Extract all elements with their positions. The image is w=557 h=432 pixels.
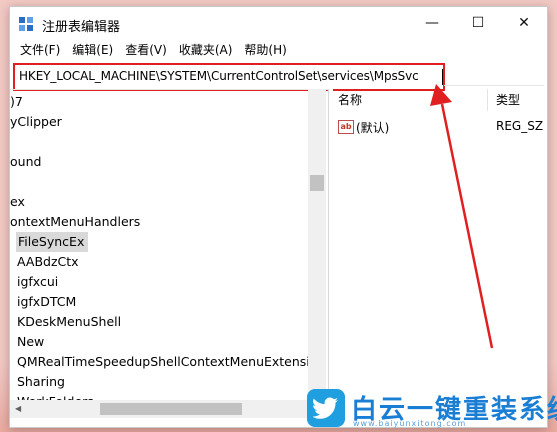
tree-item[interactable]: yClipper <box>10 112 62 132</box>
close-button[interactable]: ✕ <box>501 7 547 39</box>
column-header-type[interactable]: 类型 <box>496 89 520 111</box>
menu-favorites[interactable]: 收藏夹(A) <box>173 39 239 61</box>
scroll-left-icon[interactable]: ◀ <box>15 404 21 413</box>
column-header-name[interactable]: 名称 <box>338 89 362 111</box>
column-separator[interactable] <box>487 89 488 111</box>
maximize-icon: ☐ <box>471 15 485 31</box>
vertical-scroll-thumb[interactable] <box>310 175 324 191</box>
address-bar-value: HKEY_LOCAL_MACHINE\SYSTEM\CurrentControl… <box>19 69 419 83</box>
menu-view[interactable]: 查看(V) <box>119 39 173 61</box>
title-bar[interactable]: 注册表编辑器 — ☐ ✕ <box>10 7 547 39</box>
tree-item[interactable]: )7 <box>10 92 23 112</box>
watermark-url: www.baiyunxitong.com <box>353 419 467 428</box>
close-icon: ✕ <box>518 15 530 31</box>
tree-item[interactable]: QMRealTimeSpeedupShellContextMenuExtensi… <box>17 352 325 372</box>
regedit-app-icon <box>19 17 33 31</box>
tree-horizontal-scrollbar[interactable]: ◀ <box>10 400 308 418</box>
tree-item[interactable]: AABdzCtx <box>17 252 79 272</box>
regedit-window: 注册表编辑器 — ☐ ✕ 文件(F) 编辑(E) 查看(V) 收藏夹(A) 帮助… <box>9 6 548 428</box>
tree-vertical-scrollbar[interactable]: ▼ <box>308 89 326 409</box>
horizontal-scroll-thumb[interactable] <box>100 403 242 415</box>
window-title: 注册表编辑器 <box>42 20 121 35</box>
values-pane: 名称 类型 ab (默认) REG_SZ <box>332 89 547 425</box>
minimize-icon: — <box>425 15 439 31</box>
tree-item[interactable]: ontextMenuHandlers <box>10 212 140 232</box>
tree-item[interactable]: KDeskMenuShell <box>17 312 121 332</box>
minimize-button[interactable]: — <box>409 7 455 39</box>
menu-edit[interactable]: 编辑(E) <box>66 39 119 61</box>
menu-bar: 文件(F) 编辑(E) 查看(V) 收藏夹(A) 帮助(H) <box>10 39 547 61</box>
text-caret <box>442 69 443 85</box>
value-row[interactable]: ab (默认) REG_SZ <box>332 117 547 137</box>
address-bar-extension <box>444 67 544 86</box>
tree-item[interactable]: Sharing <box>17 372 65 392</box>
maximize-button[interactable]: ☐ <box>455 7 501 39</box>
tree-item-selected[interactable]: FileSyncEx <box>16 232 89 252</box>
address-bar[interactable]: HKEY_LOCAL_MACHINE\SYSTEM\CurrentControl… <box>13 63 445 91</box>
menu-help[interactable]: 帮助(H) <box>238 39 292 61</box>
ab-icon: ab <box>338 120 354 134</box>
value-name: (默认) <box>356 121 390 135</box>
menu-file[interactable]: 文件(F) <box>14 39 66 61</box>
watermark: 白云一键重装系统 www.baiyunxitong.com <box>301 385 557 432</box>
tree-item[interactable]: igfxcui <box>17 272 58 292</box>
bird-logo-icon <box>307 389 345 427</box>
tree-item[interactable]: ound <box>10 152 41 172</box>
key-tree: )7 yClipper ound ex ontextMenuHandlers F… <box>10 89 328 400</box>
tree-item[interactable]: New <box>17 332 44 352</box>
tree-item[interactable]: igfxDTCM <box>17 292 76 312</box>
tree-item[interactable]: WorkFolders <box>17 392 94 400</box>
tree-item[interactable]: ex <box>10 192 25 212</box>
value-type: REG_SZ <box>496 119 544 133</box>
bird-icon <box>313 397 338 419</box>
